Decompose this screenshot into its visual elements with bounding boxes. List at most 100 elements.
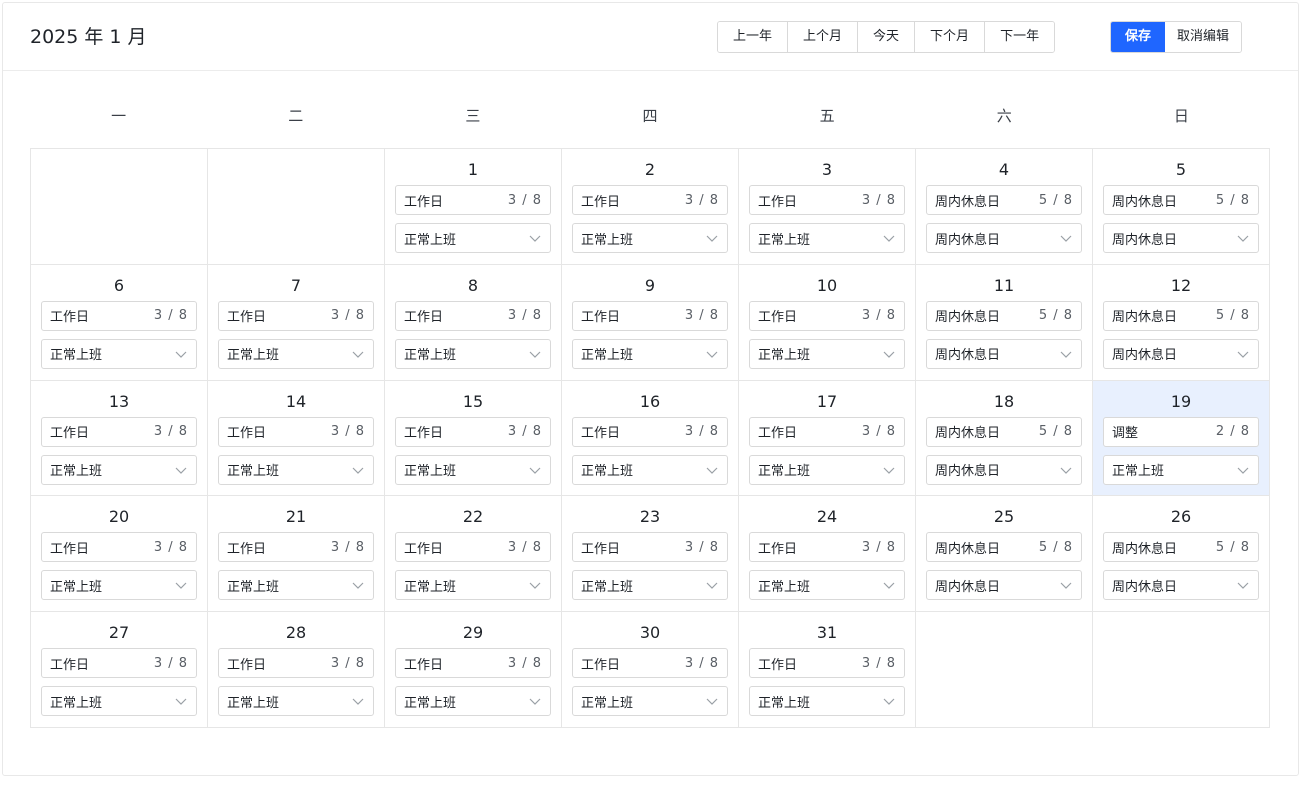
calendar-cell-day[interactable]: 30 工作日 3 / 8 正常上班 (562, 612, 739, 728)
day-type-field[interactable]: 工作日 3 / 8 (395, 416, 551, 447)
day-type-field[interactable]: 工作日 3 / 8 (749, 185, 905, 215)
calendar-cell-day[interactable]: 4 周内休息日 5 / 8 周内休息日 (916, 149, 1093, 265)
calendar-cell-day[interactable]: 1 工作日 3 / 8 正常上班 (385, 149, 562, 265)
work-status-select[interactable]: 正常上班 (749, 570, 905, 601)
day-type-field[interactable]: 工作日 3 / 8 (41, 300, 197, 331)
calendar-cell-day[interactable]: 18 周内休息日 5 / 8 周内休息日 (916, 380, 1093, 497)
work-status-select[interactable]: 正常上班 (218, 454, 374, 485)
calendar-cell-day[interactable]: 16 工作日 3 / 8 正常上班 (562, 380, 739, 497)
calendar-cell-day[interactable]: 13 工作日 3 / 8 正常上班 (31, 380, 208, 497)
day-type-field[interactable]: 工作日 3 / 8 (41, 532, 197, 563)
calendar-cell-day[interactable]: 19 调整 2 / 8 正常上班 (1093, 380, 1270, 497)
day-type-field[interactable]: 调整 2 / 8 (1103, 416, 1259, 447)
day-type-field[interactable]: 工作日 3 / 8 (41, 648, 197, 679)
work-status-select[interactable]: 正常上班 (41, 454, 197, 485)
work-status-select[interactable]: 正常上班 (218, 686, 374, 717)
work-status-select[interactable]: 正常上班 (41, 686, 197, 717)
day-type-field[interactable]: 工作日 3 / 8 (749, 300, 905, 331)
day-type-field[interactable]: 工作日 3 / 8 (41, 416, 197, 447)
work-status-select[interactable]: 正常上班 (572, 686, 728, 717)
calendar-cell-day[interactable]: 26 周内休息日 5 / 8 周内休息日 (1093, 496, 1270, 613)
work-status-select[interactable]: 周内休息日 (1103, 570, 1259, 601)
calendar-cell-day[interactable]: 28 工作日 3 / 8 正常上班 (208, 612, 385, 728)
calendar-cell-day[interactable]: 14 工作日 3 / 8 正常上班 (208, 380, 385, 497)
day-type-field[interactable]: 工作日 3 / 8 (395, 532, 551, 563)
calendar-cell-day[interactable]: 9 工作日 3 / 8 正常上班 (562, 264, 739, 381)
work-status-select[interactable]: 正常上班 (572, 338, 728, 369)
calendar-cell-day[interactable]: 7 工作日 3 / 8 正常上班 (208, 264, 385, 381)
work-status-select[interactable]: 正常上班 (395, 570, 551, 601)
calendar-cell-day[interactable]: 17 工作日 3 / 8 正常上班 (739, 380, 916, 497)
day-type-field[interactable]: 周内休息日 5 / 8 (926, 532, 1082, 563)
work-status-select[interactable]: 周内休息日 (926, 338, 1082, 369)
calendar-cell-day[interactable]: 2 工作日 3 / 8 正常上班 (562, 149, 739, 265)
day-type-field[interactable]: 工作日 3 / 8 (395, 185, 551, 215)
day-type-field[interactable]: 工作日 3 / 8 (572, 532, 728, 563)
day-type-field[interactable]: 工作日 3 / 8 (218, 416, 374, 447)
work-status-select[interactable]: 正常上班 (749, 338, 905, 369)
day-type-field[interactable]: 工作日 3 / 8 (749, 532, 905, 563)
work-status-select[interactable]: 正常上班 (218, 570, 374, 601)
work-status-select[interactable]: 正常上班 (395, 338, 551, 369)
work-status-select[interactable]: 正常上班 (749, 223, 905, 253)
day-type-field[interactable]: 工作日 3 / 8 (572, 648, 728, 679)
work-status-select[interactable]: 正常上班 (572, 223, 728, 253)
save-button[interactable]: 保存 (1111, 22, 1166, 52)
calendar-cell-day[interactable]: 27 工作日 3 / 8 正常上班 (31, 612, 208, 728)
calendar-cell-day[interactable]: 6 工作日 3 / 8 正常上班 (31, 264, 208, 381)
calendar-cell-day[interactable]: 10 工作日 3 / 8 正常上班 (739, 264, 916, 381)
work-status-select[interactable]: 正常上班 (41, 570, 197, 601)
calendar-cell-day[interactable]: 31 工作日 3 / 8 正常上班 (739, 612, 916, 728)
day-type-field[interactable]: 工作日 3 / 8 (749, 648, 905, 679)
calendar-cell-day[interactable]: 3 工作日 3 / 8 正常上班 (739, 149, 916, 265)
work-status-select[interactable]: 正常上班 (41, 338, 197, 369)
prev-month-button[interactable]: 上个月 (788, 22, 859, 52)
calendar-cell-day[interactable]: 22 工作日 3 / 8 正常上班 (385, 496, 562, 613)
day-type-field[interactable]: 周内休息日 5 / 8 (1103, 532, 1259, 563)
work-status-select[interactable]: 正常上班 (218, 338, 374, 369)
work-status-select[interactable]: 正常上班 (395, 454, 551, 485)
day-type-field[interactable]: 工作日 3 / 8 (395, 648, 551, 679)
day-type-field[interactable]: 周内休息日 5 / 8 (926, 185, 1082, 215)
calendar-cell-day[interactable]: 25 周内休息日 5 / 8 周内休息日 (916, 496, 1093, 613)
calendar-cell-day[interactable]: 12 周内休息日 5 / 8 周内休息日 (1093, 264, 1270, 381)
day-type-field[interactable]: 周内休息日 5 / 8 (1103, 300, 1259, 331)
work-status-select[interactable]: 周内休息日 (1103, 338, 1259, 369)
calendar-cell-day[interactable]: 21 工作日 3 / 8 正常上班 (208, 496, 385, 613)
work-status-select[interactable]: 正常上班 (395, 223, 551, 253)
calendar-cell-day[interactable]: 24 工作日 3 / 8 正常上班 (739, 496, 916, 613)
work-status-select[interactable]: 正常上班 (749, 454, 905, 485)
work-status-select[interactable]: 周内休息日 (926, 570, 1082, 601)
day-type-field[interactable]: 工作日 3 / 8 (572, 416, 728, 447)
day-type-field[interactable]: 周内休息日 5 / 8 (926, 416, 1082, 447)
day-type-field[interactable]: 工作日 3 / 8 (395, 300, 551, 331)
work-status-select[interactable]: 周内休息日 (926, 454, 1082, 485)
work-status-select[interactable]: 正常上班 (572, 454, 728, 485)
day-type-field[interactable]: 周内休息日 5 / 8 (1103, 185, 1259, 215)
day-type-field[interactable]: 周内休息日 5 / 8 (926, 300, 1082, 331)
calendar-cell-day[interactable]: 15 工作日 3 / 8 正常上班 (385, 380, 562, 497)
calendar-cell-day[interactable]: 5 周内休息日 5 / 8 周内休息日 (1093, 149, 1270, 265)
next-month-button[interactable]: 下个月 (915, 22, 986, 52)
day-type-field[interactable]: 工作日 3 / 8 (218, 648, 374, 679)
day-type-field[interactable]: 工作日 3 / 8 (218, 532, 374, 563)
work-status-select[interactable]: 正常上班 (1103, 454, 1259, 485)
work-status-select[interactable]: 正常上班 (395, 686, 551, 717)
calendar-cell-day[interactable]: 29 工作日 3 / 8 正常上班 (385, 612, 562, 728)
day-type-field[interactable]: 工作日 3 / 8 (572, 300, 728, 331)
prev-year-button[interactable]: 上一年 (718, 22, 789, 52)
next-year-button[interactable]: 下一年 (985, 22, 1055, 52)
work-status-select[interactable]: 正常上班 (749, 686, 905, 717)
calendar-cell-day[interactable]: 23 工作日 3 / 8 正常上班 (562, 496, 739, 613)
day-type-field[interactable]: 工作日 3 / 8 (572, 185, 728, 215)
calendar-cell-day[interactable]: 11 周内休息日 5 / 8 周内休息日 (916, 264, 1093, 381)
work-status-select[interactable]: 周内休息日 (1103, 223, 1259, 253)
work-status-select[interactable]: 正常上班 (572, 570, 728, 601)
work-status-select[interactable]: 周内休息日 (926, 223, 1082, 253)
day-type-field[interactable]: 工作日 3 / 8 (749, 416, 905, 447)
today-button[interactable]: 今天 (858, 22, 916, 52)
cancel-edit-button[interactable]: 取消编辑 (1165, 22, 1242, 52)
calendar-cell-day[interactable]: 8 工作日 3 / 8 正常上班 (385, 264, 562, 381)
day-type-field[interactable]: 工作日 3 / 8 (218, 300, 374, 331)
calendar-cell-day[interactable]: 20 工作日 3 / 8 正常上班 (31, 496, 208, 613)
